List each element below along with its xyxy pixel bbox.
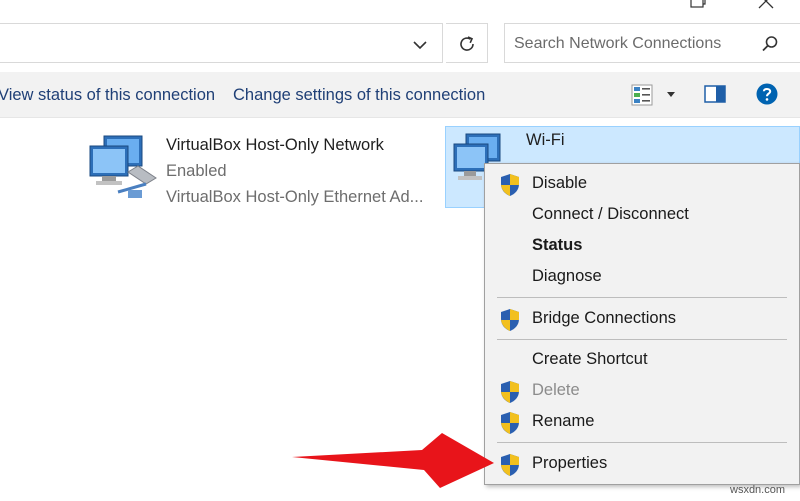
menu-item-delete: Delete — [485, 376, 800, 406]
connection-text: VirtualBox Host-Only Network Enabled Vir… — [166, 132, 423, 210]
annotation-arrow-icon — [292, 433, 494, 488]
network-adapter-icon — [89, 135, 157, 198]
search-box[interactable] — [504, 23, 800, 63]
restore-window-icon[interactable] — [688, 0, 708, 10]
menu-separator — [497, 442, 787, 443]
search-icon[interactable] — [761, 35, 779, 53]
menu-item-create-shortcut[interactable]: Create Shortcut — [485, 345, 800, 375]
close-window-icon[interactable] — [757, 0, 775, 10]
menu-item-properties[interactable]: Properties — [485, 449, 800, 479]
address-bar[interactable] — [0, 23, 443, 63]
menu-item-label: Bridge Connections — [532, 309, 677, 327]
preview-pane-icon[interactable] — [704, 85, 726, 103]
address-row — [0, 20, 800, 72]
search-input[interactable] — [514, 33, 754, 55]
connection-name: Wi-Fi — [526, 131, 565, 149]
menu-item-label: Disable — [532, 174, 588, 192]
menu-item-rename[interactable]: Rename — [485, 407, 800, 437]
chevron-down-icon[interactable] — [409, 37, 431, 53]
watermark: wsxdn.com — [730, 484, 786, 496]
view-options-dropdown-icon[interactable] — [666, 92, 676, 98]
connection-item-virtualbox[interactable]: VirtualBox Host-Only Network Enabled Vir… — [88, 126, 438, 208]
change-view-icon[interactable] — [630, 83, 654, 107]
menu-item-status[interactable]: Status — [485, 231, 800, 261]
menu-item-bridge-connections[interactable]: Bridge Connections — [485, 304, 800, 334]
view-status-command[interactable]: View status of this connection — [0, 86, 215, 105]
connection-status: Enabled — [166, 162, 227, 180]
change-settings-command[interactable]: Change settings of this connection — [233, 86, 485, 105]
menu-item-connect-disconnect[interactable]: Connect / Disconnect — [485, 200, 800, 230]
uac-shield-icon — [501, 454, 519, 476]
menu-item-label: Status — [532, 236, 583, 254]
menu-item-disable[interactable]: Disable — [485, 169, 800, 199]
menu-item-label: Create Shortcut — [532, 350, 648, 368]
context-menu: Disable Connect / Disconnect Status Diag… — [484, 163, 800, 485]
menu-separator — [497, 339, 787, 340]
menu-item-label: Connect / Disconnect — [532, 205, 689, 223]
uac-shield-icon — [501, 381, 519, 403]
connection-name: VirtualBox Host-Only Network — [166, 136, 384, 154]
menu-item-label: Diagnose — [532, 267, 602, 285]
command-bar: View status of this connection Change se… — [0, 72, 800, 118]
uac-shield-icon — [501, 412, 519, 434]
refresh-button[interactable] — [446, 23, 488, 63]
title-bar — [0, 0, 800, 20]
connection-adapter: VirtualBox Host-Only Ethernet Ad... — [166, 188, 424, 206]
menu-item-diagnose[interactable]: Diagnose — [485, 262, 800, 292]
menu-item-label: Properties — [532, 454, 608, 472]
refresh-icon — [460, 36, 474, 51]
uac-shield-icon — [501, 174, 519, 196]
help-icon[interactable] — [756, 83, 778, 105]
menu-separator — [497, 297, 787, 298]
menu-item-label: Rename — [532, 412, 595, 430]
uac-shield-icon — [501, 309, 519, 331]
menu-item-label: Delete — [532, 381, 580, 399]
